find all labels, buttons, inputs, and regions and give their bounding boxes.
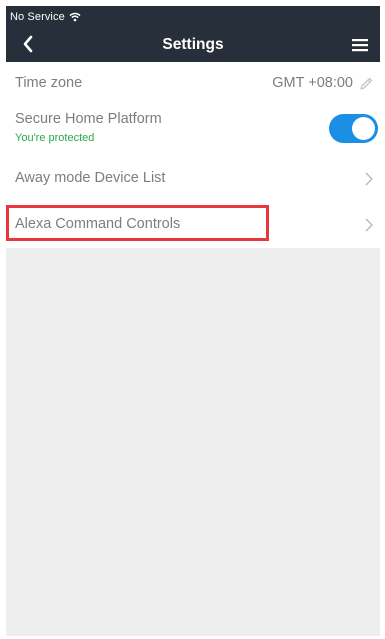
secure-home-label: Secure Home Platform: [15, 111, 162, 127]
alexa-command-controls-label: Alexa Command Controls: [15, 216, 181, 232]
hamburger-menu-icon[interactable]: [350, 35, 370, 55]
wifi-icon: [69, 12, 81, 22]
secure-home-toggle[interactable]: [329, 114, 378, 143]
time-zone-label: Time zone: [15, 75, 83, 91]
chevron-right-icon: [364, 171, 374, 187]
away-mode-row[interactable]: Away mode Device List: [6, 156, 380, 201]
time-zone-row[interactable]: Time zone GMT +08:00: [6, 62, 380, 106]
nav-bar: Settings: [6, 27, 380, 62]
alexa-command-controls-row[interactable]: Alexa Command Controls: [6, 201, 380, 248]
phone-screen: No Service Settings Time zone GMT +08:00…: [6, 6, 380, 636]
status-bar: No Service: [6, 6, 380, 27]
settings-list: Time zone GMT +08:00 Secure Home Platfor…: [6, 62, 380, 248]
page-title: Settings: [162, 36, 224, 53]
chevron-right-icon: [364, 217, 374, 233]
time-zone-value: GMT +08:00: [272, 75, 353, 91]
protection-status: You're protected: [15, 132, 95, 144]
carrier-label: No Service: [10, 10, 65, 23]
toggle-knob: [352, 117, 375, 140]
away-mode-label: Away mode Device List: [15, 170, 166, 186]
pencil-icon[interactable]: [358, 76, 374, 92]
secure-home-row: Secure Home Platform You're protected: [6, 106, 380, 156]
